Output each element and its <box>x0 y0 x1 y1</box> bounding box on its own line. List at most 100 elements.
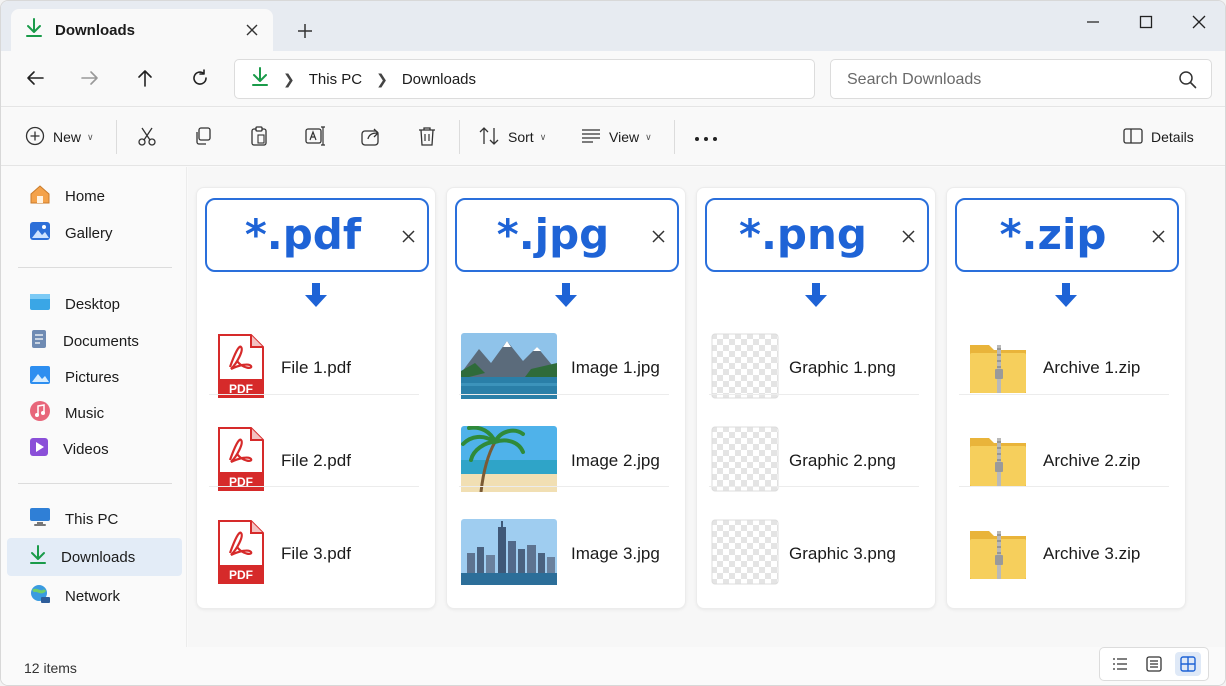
details-view-icon[interactable] <box>1107 652 1133 676</box>
search-box[interactable] <box>830 59 1212 99</box>
file-name: Graphic 3.png <box>789 544 896 563</box>
chevron-right-icon[interactable]: ❯ <box>283 71 295 88</box>
chevron-down-icon: ∨ <box>539 131 547 142</box>
item-count: 12 items <box>24 660 77 676</box>
breadcrumb-this-pc[interactable]: This PC <box>309 71 362 88</box>
sidebar-item-downloads[interactable]: Downloads <box>7 538 182 576</box>
file-item[interactable]: Graphic 2.png <box>707 417 919 505</box>
back-arrow-icon[interactable] <box>22 65 48 91</box>
file-name: Graphic 2.png <box>789 451 896 470</box>
file-item[interactable]: Image 1.jpg <box>457 324 669 412</box>
transparency-thumbnail <box>711 333 779 404</box>
tab-downloads[interactable]: Downloads <box>11 9 273 51</box>
file-item[interactable]: Archive 2.zip <box>957 417 1169 505</box>
file-item[interactable]: Image 3.jpg <box>457 510 669 598</box>
divider <box>116 120 117 154</box>
sidebar-item-documents[interactable]: Documents <box>7 322 182 360</box>
search-input[interactable] <box>847 69 1167 91</box>
search-icon[interactable] <box>1178 70 1197 94</box>
plus-circle-icon <box>25 126 45 149</box>
sidebar-item-network[interactable]: Network <box>7 577 182 615</box>
minimize-icon[interactable] <box>1078 11 1108 33</box>
file-item[interactable]: Image 2.jpg <box>457 417 669 505</box>
pictures-icon <box>29 365 51 389</box>
breadcrumb-downloads[interactable]: Downloads <box>402 71 476 88</box>
computer-icon <box>29 507 51 531</box>
up-arrow-icon[interactable] <box>132 65 158 91</box>
file-item[interactable]: PDF File 3.pdf <box>207 510 419 598</box>
title-bar: Downloads <box>1 1 1225 51</box>
filter-chip[interactable]: *.png <box>705 198 929 272</box>
rename-button[interactable] <box>304 124 326 150</box>
filter-chip[interactable]: *.pdf <box>205 198 429 272</box>
file-item[interactable]: PDF File 1.pdf <box>207 324 419 412</box>
filter-chip[interactable]: *.jpg <box>455 198 679 272</box>
file-name: Image 3.jpg <box>571 544 660 563</box>
copy-icon <box>192 125 214 150</box>
tab-title: Downloads <box>55 21 136 39</box>
file-item[interactable]: Graphic 3.png <box>707 510 919 598</box>
divider <box>209 486 419 487</box>
view-label: View <box>609 129 640 145</box>
close-window-icon[interactable] <box>1184 11 1214 33</box>
divider <box>709 394 919 395</box>
share-button[interactable] <box>360 124 382 150</box>
sidebar-item-label: This PC <box>65 510 119 528</box>
view-button[interactable]: View ∨ <box>581 124 652 150</box>
close-icon[interactable] <box>1149 227 1167 245</box>
forward-arrow-icon[interactable] <box>77 65 103 91</box>
divider <box>459 486 669 487</box>
chevron-right-icon[interactable]: ❯ <box>376 71 388 88</box>
close-icon[interactable] <box>649 227 667 245</box>
sidebar-item-this-pc[interactable]: This PC <box>7 500 182 538</box>
file-name: Image 2.jpg <box>571 451 660 470</box>
file-item[interactable]: PDF File 2.pdf <box>207 417 419 505</box>
share-icon <box>360 125 382 150</box>
svg-text:PDF: PDF <box>229 568 253 582</box>
filter-card-pdf: *.pdf PDF File 1.pdf PDF File 2.pdf PDF … <box>196 187 436 609</box>
sort-icon <box>478 126 500 149</box>
file-name: Archive 2.zip <box>1043 451 1141 470</box>
divider <box>209 394 419 395</box>
sort-button[interactable]: Sort ∨ <box>478 124 546 150</box>
view-list-icon <box>581 128 601 147</box>
filter-card-jpg: *.jpg Image 1.jpg Image 2.jpg Image 3.jp… <box>446 187 686 609</box>
file-item[interactable]: Graphic 1.png <box>707 324 919 412</box>
copy-button[interactable] <box>192 124 214 150</box>
filter-chip[interactable]: *.zip <box>955 198 1179 272</box>
close-icon[interactable] <box>399 227 417 245</box>
content-view-icon[interactable] <box>1141 652 1167 676</box>
file-item[interactable]: Archive 1.zip <box>957 324 1169 412</box>
sidebar-item-label: Gallery <box>65 224 113 242</box>
navigation-bar: ❯ This PC ❯ Downloads <box>1 51 1225 107</box>
cut-button[interactable] <box>136 124 158 150</box>
tiles-view-icon[interactable] <box>1175 652 1201 676</box>
pdf-icon: PDF <box>217 333 265 404</box>
view-switcher <box>1099 647 1209 681</box>
divider <box>459 120 460 154</box>
documents-icon <box>29 329 49 353</box>
paste-button[interactable] <box>248 124 270 150</box>
sidebar-item-gallery[interactable]: Gallery <box>7 214 182 252</box>
sidebar-item-label: Pictures <box>65 368 120 386</box>
close-tab-icon[interactable] <box>243 21 261 39</box>
sidebar-item-home[interactable]: Home <box>7 177 182 215</box>
arrow-down-icon <box>303 282 329 313</box>
new-tab-icon[interactable] <box>293 19 317 43</box>
new-button[interactable]: New ∨ <box>25 124 94 150</box>
filter-pattern: *.pdf <box>244 210 362 259</box>
delete-button[interactable] <box>416 124 438 150</box>
divider <box>18 483 172 484</box>
refresh-icon[interactable] <box>187 65 213 91</box>
maximize-icon[interactable] <box>1131 11 1161 33</box>
file-item[interactable]: Archive 3.zip <box>957 510 1169 598</box>
more-options-button[interactable] <box>694 124 718 150</box>
close-icon[interactable] <box>899 227 917 245</box>
sidebar-item-desktop[interactable]: Desktop <box>7 285 182 323</box>
filter-pattern: *.zip <box>999 210 1107 259</box>
sidebar-item-music[interactable]: Music <box>7 394 182 432</box>
sidebar-item-videos[interactable]: Videos <box>7 430 182 468</box>
address-bar[interactable]: ❯ This PC ❯ Downloads <box>234 59 815 99</box>
details-button[interactable]: Details <box>1123 124 1194 150</box>
sidebar-item-pictures[interactable]: Pictures <box>7 358 182 396</box>
